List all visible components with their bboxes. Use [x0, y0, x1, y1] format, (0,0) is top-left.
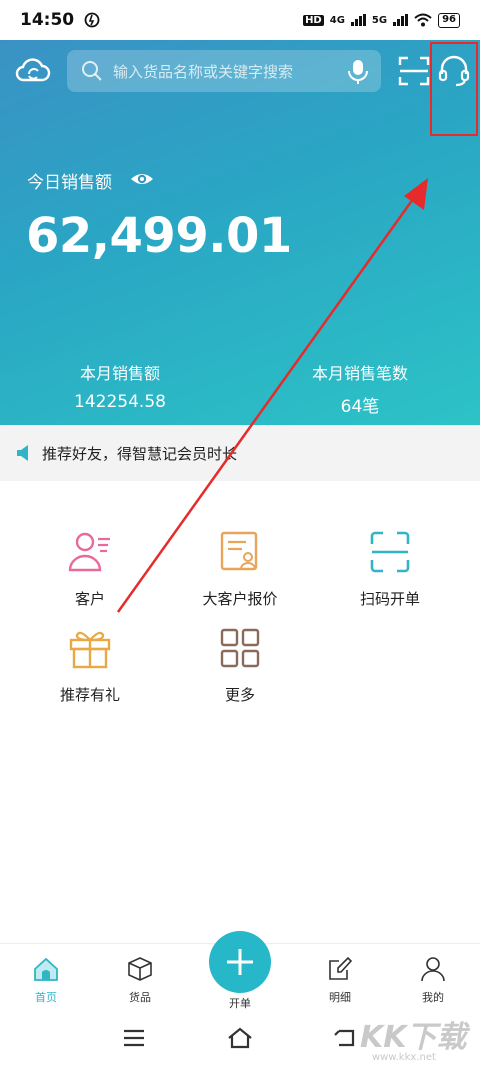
hd-indicator: HD	[303, 14, 324, 26]
grid-item-more[interactable]: 更多	[160, 626, 320, 705]
wifi-icon	[414, 13, 432, 27]
grid-item-big-customer-quote[interactable]: 大客户报价	[160, 530, 320, 609]
watermark-logo: KK下载	[360, 1020, 467, 1055]
home-icon	[34, 957, 58, 981]
highlight-box	[430, 42, 478, 136]
today-sales-label: 今日销售额	[27, 173, 112, 193]
top-toolbar: 输入货品名称或关键字搜索	[0, 48, 480, 94]
status-time: 14:50	[20, 10, 75, 30]
search-icon	[82, 61, 102, 81]
new-order-button[interactable]	[209, 931, 271, 993]
watermark-url: www.kkx.net	[372, 1052, 436, 1063]
network-4g-label: 4G	[329, 14, 345, 26]
grid-more-icon	[220, 628, 260, 668]
menu-icon[interactable]	[121, 1026, 147, 1050]
quote-document-icon	[220, 531, 258, 571]
grid-label-customer: 客户	[74, 590, 105, 608]
cloud-sync-icon[interactable]	[14, 54, 52, 88]
home-nav-icon[interactable]	[227, 1026, 253, 1050]
month-count-label: 本月销售笔数	[311, 364, 408, 383]
grid-label-more: 更多	[224, 686, 255, 704]
eye-icon[interactable]	[130, 169, 154, 189]
tab-goods[interactable]: 货品	[105, 956, 175, 1005]
back-icon[interactable]	[333, 1026, 359, 1050]
search-input[interactable]: 输入货品名称或关键字搜索	[67, 50, 381, 92]
plus-icon	[227, 949, 253, 975]
month-sales-value: 142254.58	[74, 392, 166, 412]
microphone-icon[interactable]	[347, 59, 369, 85]
tab-home-label: 首页	[35, 991, 57, 1004]
status-indicators: HD 4G 5G 96	[303, 12, 460, 28]
grid-label-big-customer-quote: 大客户报价	[202, 590, 278, 608]
month-count-value: 64笔	[340, 397, 380, 417]
tab-goods-label: 货品	[129, 991, 151, 1004]
tab-details[interactable]: 明细	[305, 956, 375, 1005]
grid-label-scan-order: 扫码开单	[359, 590, 420, 608]
signal-icon	[393, 14, 409, 26]
month-sales-label: 本月销售额	[79, 364, 160, 383]
gift-icon	[69, 631, 111, 669]
grid-label-referral: 推荐有礼	[59, 686, 120, 704]
box-icon	[128, 957, 152, 981]
user-icon	[421, 957, 445, 982]
tab-details-label: 明细	[329, 991, 351, 1004]
month-count-stat: 本月销售笔数 64笔	[280, 360, 440, 417]
search-placeholder: 输入货品名称或关键字搜索	[113, 62, 294, 81]
grid-item-referral[interactable]: 推荐有礼	[10, 626, 170, 705]
notice-text: 推荐好友，得智慧记会员时长	[42, 444, 238, 463]
network-5g-label: 5G	[371, 14, 388, 26]
grid-item-scan-order[interactable]: 扫码开单	[310, 530, 470, 609]
scan-icon[interactable]	[398, 56, 430, 86]
tab-home[interactable]: 首页	[11, 956, 81, 1005]
app-notification-icon	[84, 12, 100, 28]
status-bar: 14:50 HD 4G 5G 96	[0, 0, 480, 40]
signal-icon	[350, 14, 366, 26]
grid-item-customer[interactable]: 客户	[10, 530, 170, 609]
month-sales-stat: 本月销售额 142254.58	[40, 360, 200, 412]
speaker-icon	[17, 445, 28, 461]
scan-order-icon	[370, 531, 410, 573]
promo-notice[interactable]: 推荐好友，得智慧记会员时长	[0, 425, 480, 481]
customer-icon	[68, 532, 110, 572]
tab-mine-label: 我的	[422, 991, 444, 1004]
tab-mine[interactable]: 我的	[398, 956, 468, 1005]
edit-icon	[329, 956, 353, 980]
today-sales-amount: 62,499.01	[26, 208, 292, 264]
battery-icon: 96	[438, 12, 460, 28]
new-order-label: 开单	[229, 997, 251, 1010]
